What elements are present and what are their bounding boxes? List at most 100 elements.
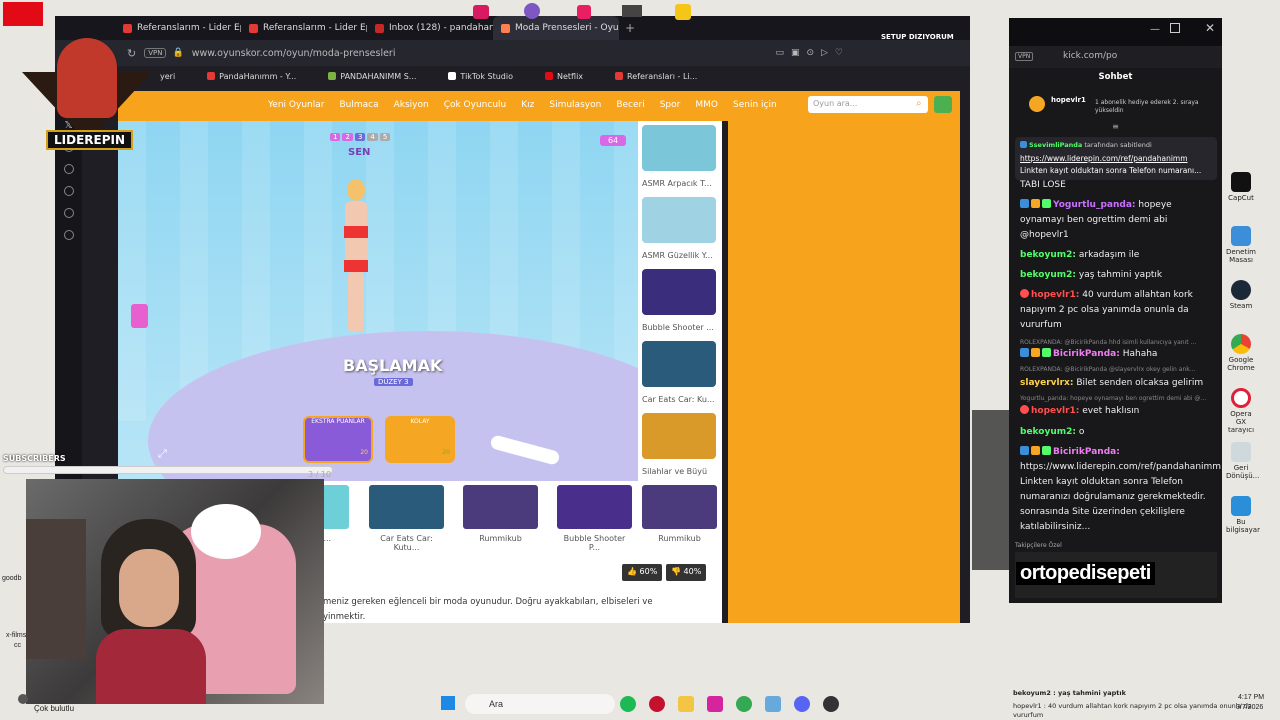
related-game-card[interactable]: Bubble Shooter P... — [557, 485, 632, 552]
side-game-card[interactable]: ASMR Arpacık T... — [642, 125, 716, 188]
bookmark-6[interactable]: Referansları - Li... — [615, 72, 713, 81]
side-game-card[interactable]: Bubble Shooter ... — [642, 269, 716, 332]
taskbar-time: 4:17 PM — [1238, 694, 1265, 701]
desktop-icon-this-pc[interactable]: Bu bilgisayar — [1226, 496, 1260, 534]
search-icon[interactable]: ⌕ — [916, 98, 922, 109]
nav-beceri[interactable]: Beceri — [616, 100, 644, 110]
dislike-button[interactable]: 👎 40% — [666, 564, 707, 581]
bookmark-2[interactable]: PandaHanımm - Y... — [207, 72, 312, 81]
nav-simulasyon[interactable]: Simulasyon — [549, 100, 601, 110]
vpn-badge[interactable]: VPN — [1015, 52, 1034, 61]
bookmark-1[interactable]: yeri — [160, 72, 191, 81]
related-game-card[interactable]: Rummikub — [463, 485, 538, 543]
browser-tab-3[interactable]: Inbox (128) - pandahanim — [367, 16, 493, 40]
bookmark-4[interactable]: TikTok Studio — [448, 72, 529, 81]
bookmark-5[interactable]: Netflix — [545, 72, 599, 81]
close-icon[interactable]: ✕ — [1205, 21, 1215, 35]
side-game-card[interactable]: ASMR Güzellik Y... — [642, 197, 716, 260]
file-explorer-icon[interactable] — [678, 696, 694, 712]
bookmark-3[interactable]: PANDAHANIMM S... — [328, 72, 432, 81]
chat-url[interactable]: kick.com/po — [1063, 51, 1117, 61]
chat-username[interactable]: slayervlrx: — [1020, 378, 1073, 388]
taskbar: Çok bulutlu Ara 4:17 PM 3/7/2026 — [0, 690, 1280, 720]
start-button[interactable]: BAŞLAMAK — [343, 356, 442, 375]
chat-window-titlebar: — ✕ — [1009, 18, 1222, 46]
minimize-icon[interactable]: — — [1150, 24, 1160, 35]
chat-username[interactable]: bekoyum2: — [1020, 250, 1076, 260]
nav-aksiyon[interactable]: Aksiyon — [394, 100, 429, 110]
user-account-button[interactable] — [934, 96, 952, 113]
related-game-card[interactable]: Rummikub — [642, 485, 717, 543]
chrome-icon[interactable] — [736, 696, 752, 712]
desktop-icon-chrome[interactable]: Google Chrome — [1226, 334, 1256, 372]
nav-yeni-oyunlar[interactable]: Yeni Oyunlar — [268, 100, 324, 110]
desktop-label-goodb: goodb — [2, 575, 22, 582]
desktop-icon-opera-gx[interactable]: Opera GX tarayıcı — [1226, 388, 1256, 434]
sidebar-icon[interactable] — [63, 208, 74, 218]
browser-tab-4-active[interactable]: Moda Prensesleri - Oyuns — [493, 16, 619, 40]
weather-text[interactable]: Çok bulutlu — [34, 704, 74, 713]
spotify-icon[interactable] — [620, 696, 636, 712]
nav-bulmaca[interactable]: Bulmaca — [339, 100, 378, 110]
game-thumbnail — [642, 413, 716, 459]
taskbar-search[interactable]: Ara — [465, 694, 615, 714]
top-app-icon[interactable] — [675, 4, 691, 20]
like-button[interactable]: 👍 60% — [622, 564, 663, 581]
pinned-link[interactable]: https://www.liderepin.com/ref/pandahanim… — [1020, 154, 1188, 163]
top-app-icon[interactable] — [622, 5, 642, 17]
maximize-icon[interactable] — [1170, 23, 1180, 33]
instagram-icon[interactable] — [707, 696, 723, 712]
game-thumbnail — [642, 197, 716, 243]
chat-message: bekoyum2: arkadaşım ile — [1020, 250, 1140, 260]
pinned-message[interactable]: SsevimliPanda tarafından sabitlendi http… — [1015, 137, 1217, 180]
chat-username[interactable]: BicirikPanda: — [1053, 447, 1120, 457]
windows-start-icon[interactable] — [441, 696, 455, 710]
top-app-icon[interactable] — [473, 5, 489, 19]
nav-cok-oyunculu[interactable]: Çok Oyunculu — [444, 100, 507, 110]
chat-username[interactable]: BicirikPanda: — [1053, 349, 1120, 359]
browser-tab-2[interactable]: Referanslarım - Lider Epin — [241, 16, 367, 40]
nav-kiz[interactable]: Kız — [521, 100, 534, 110]
nav-spor[interactable]: Spor — [660, 100, 681, 110]
nav-mmo[interactable]: MMO — [695, 100, 718, 110]
nav-senin-icin[interactable]: Senin için — [733, 100, 777, 110]
chat-username[interactable]: hopevlr1: — [1031, 290, 1079, 300]
settings-icon[interactable] — [63, 230, 74, 240]
bookshelf — [26, 519, 86, 659]
chat-username[interactable]: bekoyum2: — [1020, 427, 1076, 437]
desktop-icon-recycle-bin[interactable]: Geri Dönüşü... — [1226, 442, 1259, 480]
easy-mode-card[interactable]: KOLAY 20 — [385, 416, 455, 463]
fullscreen-icon[interactable]: ⤢ — [158, 447, 167, 461]
app-icon[interactable] — [765, 696, 781, 712]
extra-points-card[interactable]: EKSTRA PUANLAR 20 — [303, 416, 373, 463]
side-game-card[interactable]: Silahlar ve Büyü — [642, 413, 716, 476]
kick-chat-window: — ✕ VPN kick.com/po Sohbet hopevlr1 1 ab… — [1009, 18, 1222, 603]
related-game-card[interactable]: Car Eats Car: Kutu... — [369, 485, 444, 552]
url-field[interactable]: www.oyunskor.com/oyun/moda-prensesleri — [192, 48, 396, 59]
ad-column — [728, 121, 960, 623]
sidebar-icon[interactable] — [63, 186, 74, 196]
opera-gx-icon[interactable] — [649, 696, 665, 712]
chat-username[interactable]: Yogurtlu_panda: — [1053, 200, 1136, 210]
badge-icon — [1020, 199, 1029, 208]
chat-username[interactable]: hopevlr1: — [1031, 406, 1079, 416]
follower-only-label: Takipçilere Özel — [1015, 542, 1062, 549]
chat-username[interactable]: bekoyum2: — [1020, 270, 1076, 280]
site-search-input[interactable]: Oyun ara... — [808, 96, 928, 113]
shop-bag-icon[interactable] — [131, 304, 148, 328]
side-game-card[interactable]: Car Eats Car: Ku... — [642, 341, 716, 404]
top-app-icon[interactable] — [577, 5, 591, 19]
game-canvas[interactable]: 1 2 3 4 5 SEN 64 BAŞLAMAK DÜZEY 3 EKSTRA… — [118, 121, 638, 481]
chat-collapse-icon[interactable]: ≡ — [1009, 122, 1222, 131]
address-bar-actions[interactable]: ▭▣⊙▷♡ — [775, 48, 850, 58]
thumbs-down-icon: 👎 — [671, 567, 681, 576]
new-tab-icon[interactable]: + — [625, 21, 635, 35]
obs-icon[interactable] — [823, 696, 839, 712]
taskbar-date: 3/7/2026 — [1236, 704, 1264, 711]
desktop-icon-steam[interactable]: Steam — [1226, 280, 1256, 310]
desktop-icon-control-panel[interactable]: Denetim Masası — [1226, 226, 1256, 264]
chat-address-bar: VPN kick.com/po — [1009, 46, 1222, 68]
discord-icon[interactable] — [794, 696, 810, 712]
top-app-icon[interactable] — [524, 3, 540, 19]
desktop-icon-capcut[interactable]: CapCut — [1226, 172, 1256, 202]
